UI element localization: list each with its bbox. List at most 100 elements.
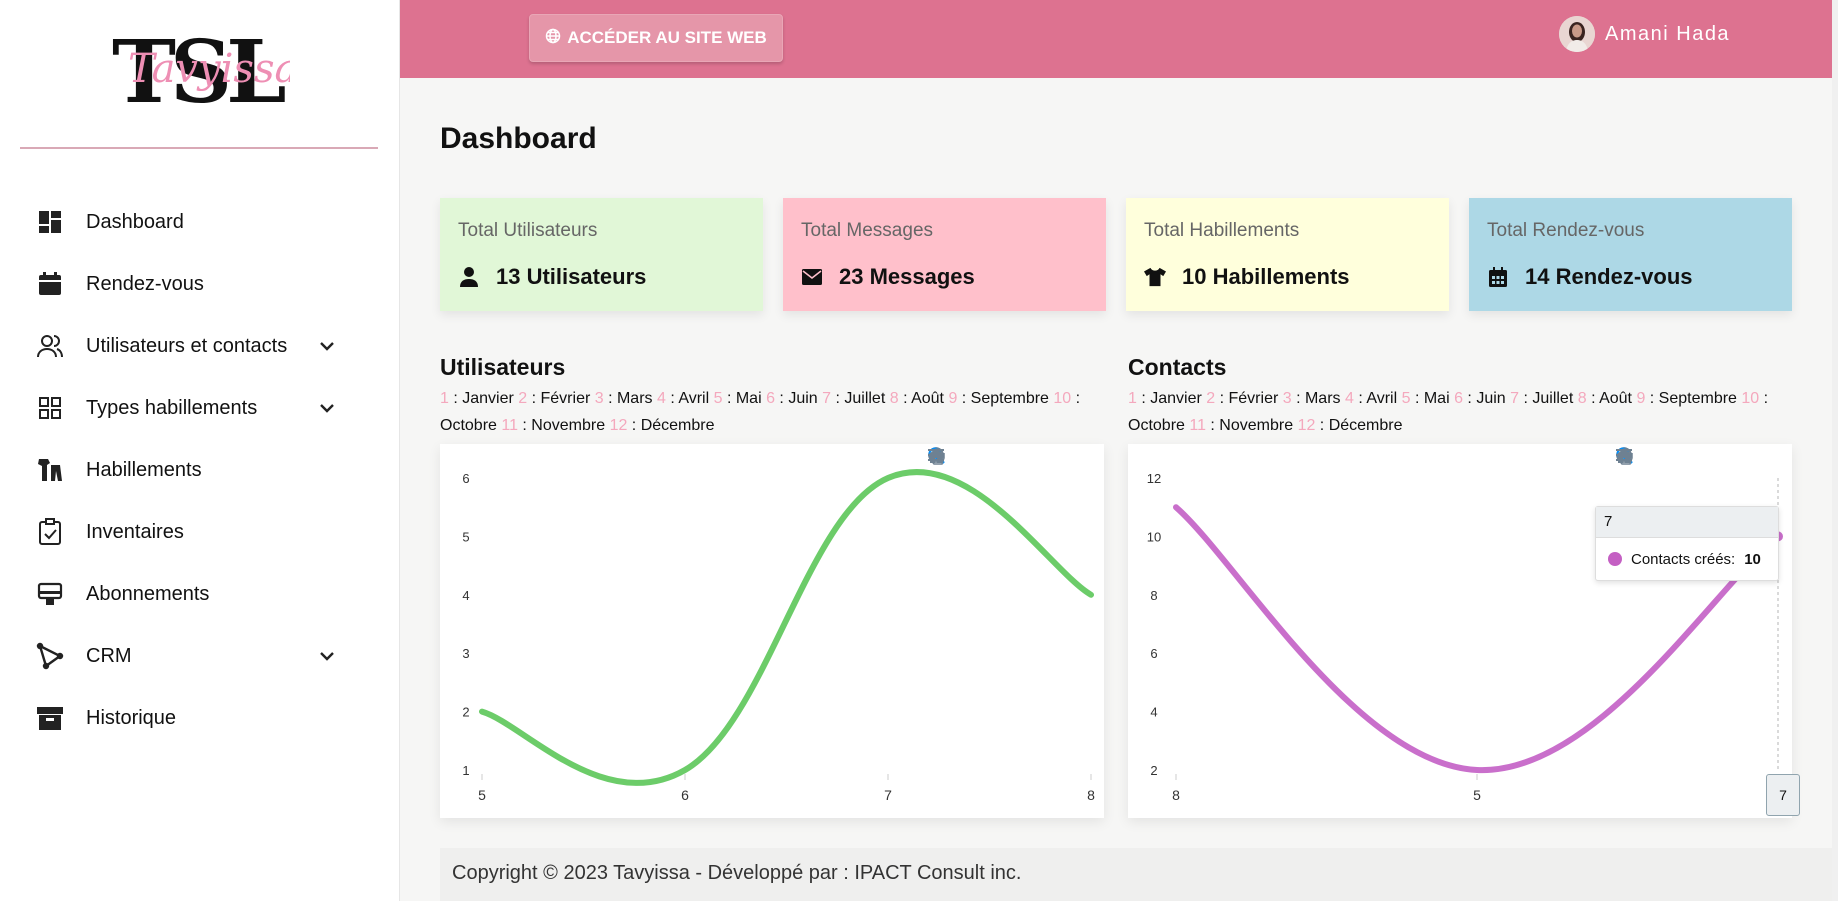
y-tick-label: 2 [1150,763,1157,778]
month-number: 6 [766,390,775,407]
month-name: : Août [898,390,949,407]
home-reset-icon[interactable] [1616,446,1753,468]
sidebar-item-label: CRM [86,644,132,667]
stat-card-habillements: Total Habillements 10 Habillements [1126,198,1449,311]
archive-icon [36,704,64,732]
footer-copyright: Copyright © 2023 Tavyissa - Développé pa… [452,862,1022,884]
globe-icon [545,28,561,49]
month-name: : Juillet [1519,390,1578,407]
month-name: : Janvier [448,390,519,407]
month-number: 1 [440,390,449,407]
month-name: : Mai [722,390,767,407]
tshirt-icon [1144,266,1166,288]
month-number: 7 [1510,390,1520,407]
sidebar-divider [20,147,378,149]
y-tick-label: 4 [462,588,469,603]
dashboard-icon [36,208,64,236]
card-title: Total Messages [801,220,934,241]
month-name: : Février [1215,390,1283,407]
y-tick-label: 6 [462,471,469,486]
card-value: 13 Utilisateurs [496,264,647,289]
stat-card-messages: Total Messages 23 Messages [783,198,1106,311]
sidebar-item-abonnements[interactable]: Abonnements [0,563,399,625]
y-tick-label: 5 [462,529,469,544]
sidebar-item-utilisateurs-contacts[interactable]: Utilisateurs et contacts [0,315,399,377]
envelope-icon [801,266,823,288]
home-reset-icon[interactable] [928,446,1065,468]
zoom-out-icon[interactable] [1616,446,1666,468]
selection-zoom-icon[interactable] [1616,446,1695,468]
y-tick-label: 3 [462,646,469,661]
user-icon [458,266,480,288]
month-number: 9 [948,390,958,407]
brand-logo[interactable]: TSL Tavyissa [110,16,298,123]
y-tick-label: 8 [1150,588,1157,603]
stat-card-utilisateurs: Total Utilisateurs 13 Utilisateurs [440,198,763,311]
sidebar-item-label: Utilisateurs et contacts [86,334,288,357]
tooltip-series-label: Contacts créés: [1631,550,1736,568]
subscription-icon [36,580,64,608]
chart-utilisateurs: Utilisateurs 1 : Janvier 2 : Février 3 :… [440,354,1104,818]
chart-area: 2 4 6 8 10 12 8 5 7 7 Contacts créés: 10 7 [1128,444,1800,818]
sidebar-item-types-habillements[interactable]: Types habillements [0,377,399,439]
sidebar: TSL Tavyissa Dashboard Rendez-vous Utili… [0,0,400,901]
sidebar-item-historique[interactable]: Historique [0,687,399,749]
sidebar-item-label: Inventaires [86,520,184,543]
month-number: 2 [518,390,528,407]
month-number: 12 [609,417,628,434]
clothes-icon [36,456,64,484]
users-icon [36,332,64,360]
month-name: : Avril [1353,390,1402,407]
svg-text:Tavyissa: Tavyissa [128,46,290,92]
chevron-down-icon[interactable] [317,398,337,418]
chart-tooltip: 7 Contacts créés: 10 [1595,506,1779,581]
x-tick-label: 6 [681,787,689,803]
month-name: : Novembre [517,417,610,434]
calendar-icon [1487,266,1509,288]
selection-zoom-icon[interactable] [928,446,1007,468]
zoom-out-icon[interactable] [928,446,978,468]
chevron-down-icon[interactable] [317,336,337,356]
month-number: 3 [594,390,604,407]
month-name: : Novembre [1205,417,1298,434]
y-tick-label: 6 [1150,646,1157,661]
card-title: Total Rendez-vous [1487,220,1645,241]
chart-toolbar [927,446,1094,468]
months-legend: 1 : Janvier 2 : Février 3 : Mars 4 : Avr… [1128,385,1792,439]
pan-hand-icon[interactable] [1616,446,1724,468]
sidebar-item-habillements[interactable]: Habillements [0,439,399,501]
tooltip-value: 10 [1744,550,1761,568]
x-tick-label: 5 [478,787,486,803]
sidebar-item-crm[interactable]: CRM [0,625,399,687]
month-number: 4 [656,390,666,407]
sidebar-item-label: Habillements [86,458,202,481]
y-tick-label: 10 [1147,529,1161,544]
page-scrollbar[interactable] [1832,0,1838,901]
month-number: 6 [1454,390,1463,407]
month-number: 5 [713,390,723,407]
sidebar-item-rendez-vous[interactable]: Rendez-vous [0,253,399,315]
sidebar-item-inventaires[interactable]: Inventaires [0,501,399,563]
month-name: : Septembre [1645,390,1742,407]
sidebar-item-label: Types habillements [86,396,258,419]
crm-icon [36,642,64,670]
sidebar-item-label: Historique [86,706,177,729]
line-chart-svg: 1 2 3 4 5 6 5 6 7 8 [462,468,1095,803]
sidebar-item-dashboard[interactable]: Dashboard [0,191,399,253]
month-number: 7 [822,390,832,407]
pan-hand-icon[interactable] [928,446,1036,468]
menu-icon[interactable] [1616,446,1782,468]
x-tick-label: 7 [884,787,892,803]
chevron-down-icon[interactable] [317,646,337,666]
chart-title: Contacts [1128,354,1227,380]
series-line [479,468,1094,786]
month-name: : Juillet [831,390,890,407]
menu-icon[interactable] [928,446,1094,468]
user-menu[interactable]: Amani Hada [1559,16,1730,52]
month-number: 1 [1128,390,1137,407]
y-tick-label: 2 [462,705,469,720]
user-name: Amani Hada [1605,22,1731,45]
avatar [1559,16,1595,52]
month-name: : Juin [774,390,823,407]
visit-website-button[interactable]: ACCÉDER AU SITE WEB [529,14,783,62]
